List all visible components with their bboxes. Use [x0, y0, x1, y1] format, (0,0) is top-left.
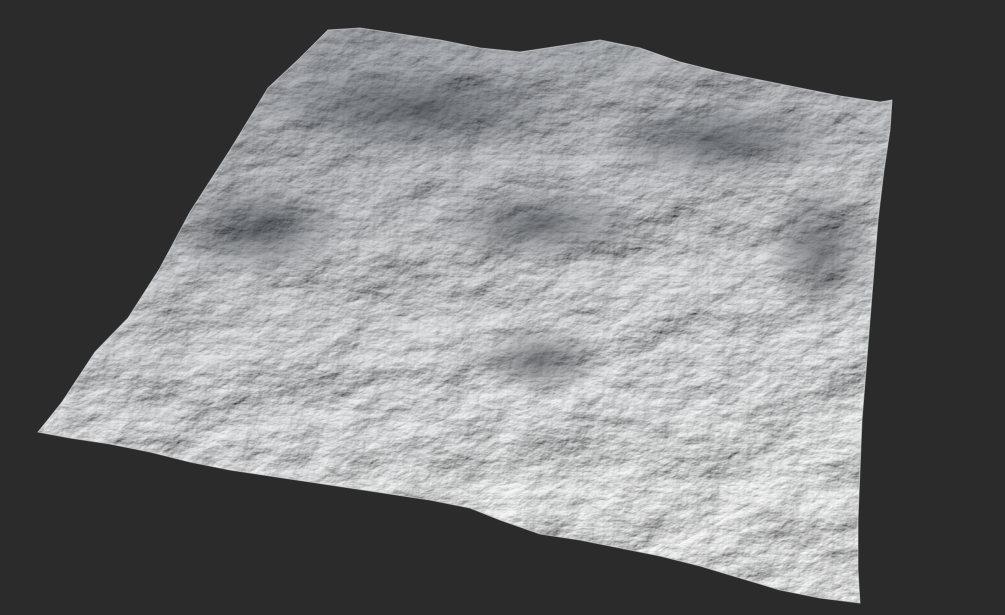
valley-shadow: [600, 100, 840, 180]
valley-shadow: [430, 185, 650, 265]
terrain-render: [37, 27, 893, 604]
valley-shadow: [170, 180, 350, 280]
valley-shadow: [470, 325, 610, 395]
valley-shadow: [270, 65, 570, 155]
viewport: [0, 0, 1005, 615]
valley-shadow: [760, 180, 880, 320]
